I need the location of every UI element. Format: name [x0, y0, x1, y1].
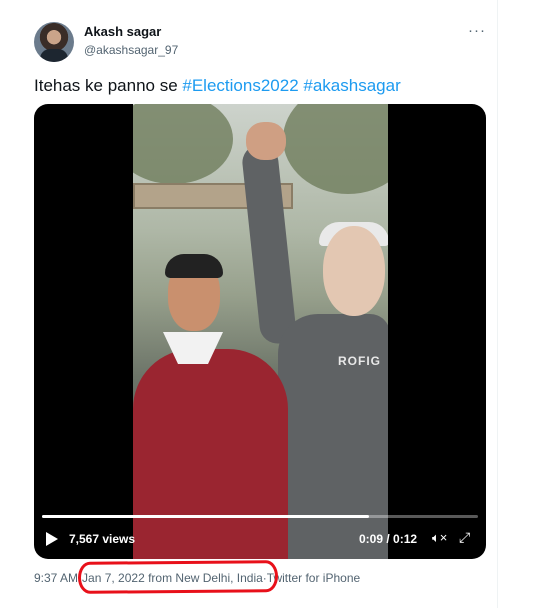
timeline-border [497, 0, 498, 608]
tweet-card: Akash sagar @akashsagar_97 ··· Itehas ke… [0, 0, 538, 608]
video-progress-bar[interactable] [42, 515, 478, 518]
video-player[interactable]: ROFIG 7,567 views 0:09 / 0:12 🔈︎× ⤢ [34, 104, 486, 559]
video-progress-fill [42, 515, 369, 518]
tweet-text-plain: Itehas ke panno se [34, 76, 183, 95]
tweet-client[interactable]: Twitter for iPhone [267, 571, 360, 585]
author-handle[interactable]: @akashsagar_97 [84, 43, 178, 57]
video-tree [283, 104, 388, 194]
man-hair [165, 254, 223, 278]
time-separator: / [383, 532, 394, 546]
avatar-shirt [40, 49, 68, 62]
red-highlight-ellipse [77, 560, 279, 594]
hashtag-link[interactable]: #akashsagar [303, 76, 400, 95]
masked-man [278, 314, 388, 559]
tweet-time[interactable]: 9:37 AM [34, 571, 78, 585]
hoodie-print: ROFIG [338, 354, 381, 368]
mute-icon[interactable]: 🔈︎× [432, 530, 447, 546]
play-icon[interactable] [46, 532, 58, 546]
raised-arm [240, 142, 298, 346]
tweet-text: Itehas ke panno se #Elections2022 #akash… [34, 76, 401, 96]
video-time: 0:09 / 0:12 [359, 532, 417, 546]
face-mask [323, 226, 385, 316]
elapsed-time: 0:09 [359, 532, 384, 546]
more-options-icon[interactable]: ··· [468, 22, 486, 39]
author-name[interactable]: Akash sagar [84, 24, 161, 39]
view-count: 7,567 views [69, 532, 136, 546]
video-tree [133, 104, 233, 184]
man-in-sweater [133, 349, 288, 559]
raised-fist [246, 122, 286, 160]
video-frame: ROFIG [133, 104, 388, 559]
fullscreen-icon[interactable]: ⤢ [459, 529, 470, 546]
avatar[interactable] [34, 22, 74, 62]
duration-time: 0:12 [393, 532, 418, 546]
hashtag-link[interactable]: #Elections2022 [182, 76, 298, 95]
